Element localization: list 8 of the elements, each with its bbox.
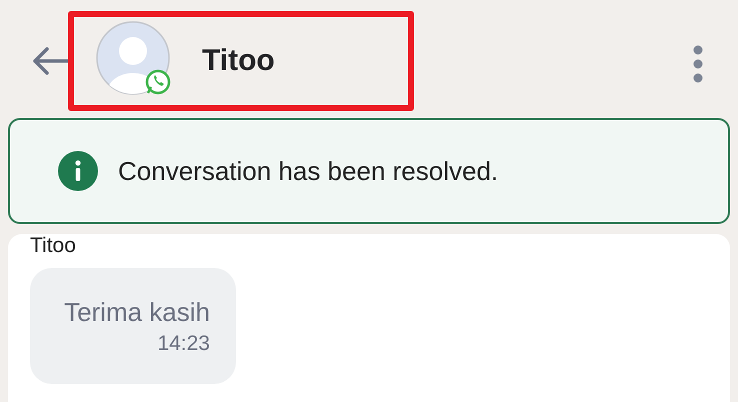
menu-icon[interactable] bbox=[692, 45, 704, 83]
banner-text: Conversation has been resolved. bbox=[118, 156, 498, 186]
back-arrow-icon[interactable] bbox=[32, 46, 70, 76]
sender-name: Titoo bbox=[30, 234, 77, 258]
info-icon bbox=[58, 151, 98, 191]
message-time: 14:23 bbox=[157, 332, 210, 356]
message-text: Terima kasih bbox=[64, 296, 210, 328]
contact-name: Titoo bbox=[202, 44, 275, 78]
